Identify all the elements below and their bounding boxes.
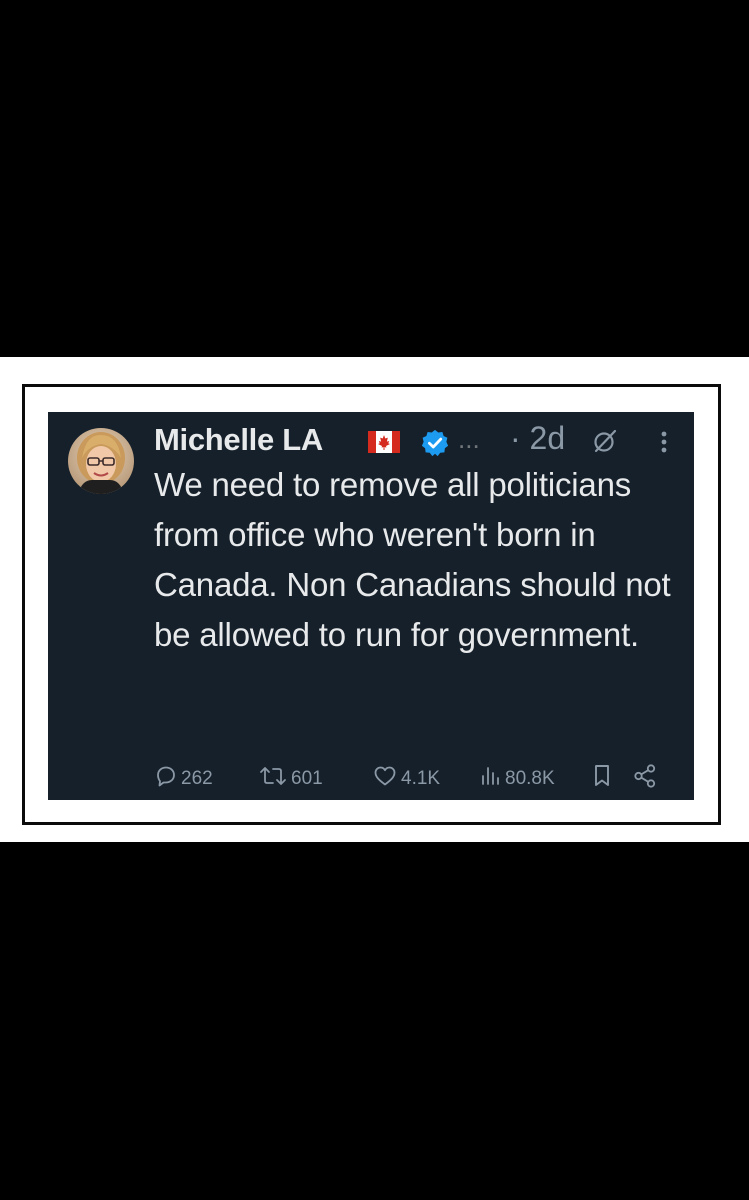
name-truncation: ... [458, 424, 480, 454]
tweet-card[interactable]: Michelle LA ... · 2d We need to remove a… [48, 412, 694, 800]
like-count: 4.1K [401, 768, 441, 789]
views-icon [478, 764, 502, 794]
tweet-time[interactable]: · 2d [510, 420, 565, 457]
views-button[interactable]: 80.8K [478, 764, 555, 794]
author-name[interactable]: Michelle LA [154, 422, 323, 458]
grok-icon[interactable] [592, 428, 618, 454]
bookmark-icon [590, 763, 614, 795]
tweet-header: Michelle LA ... · 2d [154, 420, 684, 460]
tweet-actions: 262 601 4.1K 80.8K [154, 764, 674, 794]
like-icon [372, 764, 398, 794]
like-button[interactable]: 4.1K [372, 764, 440, 794]
canada-flag-icon [368, 431, 400, 453]
avatar[interactable] [68, 428, 134, 494]
share-icon [632, 763, 658, 795]
retweet-icon [258, 764, 288, 794]
bookmark-button[interactable] [590, 764, 614, 794]
reply-icon [154, 764, 178, 794]
verified-badge-icon[interactable] [420, 428, 450, 458]
reply-count: 262 [181, 768, 213, 789]
reply-button[interactable]: 262 [154, 764, 213, 794]
views-count: 80.8K [505, 768, 555, 789]
retweet-count: 601 [291, 768, 323, 789]
retweet-button[interactable]: 601 [258, 764, 323, 794]
tweet-text: We need to remove all politicians from o… [154, 466, 671, 653]
more-options-icon[interactable] [658, 428, 670, 456]
share-button[interactable] [632, 764, 658, 794]
